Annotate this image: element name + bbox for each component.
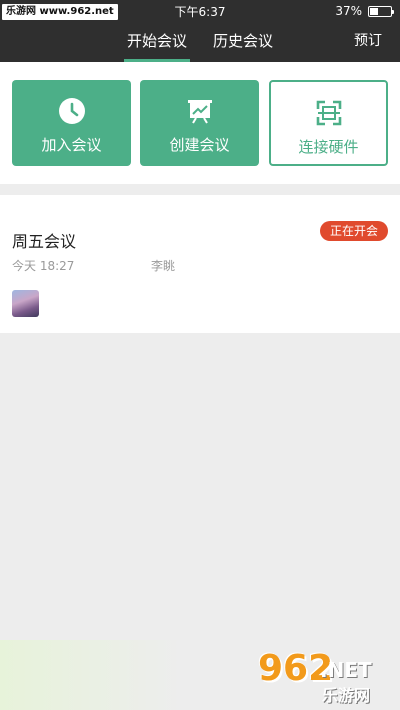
logo-cn: 乐游网 xyxy=(322,686,371,705)
scan-icon xyxy=(316,100,341,126)
connect-hardware-button[interactable]: 连接硬件 xyxy=(269,80,388,166)
meeting-card[interactable]: 周五会议 正在开会 今天 18:27 李眺 xyxy=(0,195,400,333)
meeting-host: 李眺 xyxy=(151,259,176,273)
status-badge: 正在开会 xyxy=(319,221,388,241)
connect-hardware-label: 连接硬件 xyxy=(298,138,359,156)
tab-start-meeting[interactable]: 开始会议 xyxy=(124,22,190,62)
create-meeting-label: 创建会议 xyxy=(169,136,230,154)
battery-percent: 37% xyxy=(335,4,362,18)
join-meeting-button[interactable]: 加入会议 xyxy=(12,80,131,166)
action-panel: 加入会议 创建会议 连接硬件 xyxy=(0,62,400,184)
tab-history-meeting-label: 历史会议 xyxy=(212,32,273,50)
presentation-chart-icon xyxy=(187,100,212,124)
logo-net: .NET xyxy=(320,658,372,682)
meeting-title: 周五会议 xyxy=(12,232,77,251)
site-logo: 962 .NET 乐游网 xyxy=(258,648,394,705)
nav-bar: 开始会议 历史会议 预订 xyxy=(0,22,400,62)
tab-start-meeting-label: 开始会议 xyxy=(126,32,187,50)
create-meeting-button[interactable]: 创建会议 xyxy=(140,80,259,166)
clock-icon xyxy=(58,98,85,124)
status-bar: 乐游网 www.962.net 下午6:37 37% xyxy=(0,0,400,22)
battery-icon xyxy=(368,6,394,17)
book-button[interactable]: 预订 xyxy=(354,22,382,62)
join-meeting-label: 加入会议 xyxy=(41,136,102,154)
tab-history-meeting[interactable]: 历史会议 xyxy=(210,22,276,62)
avatar[interactable] xyxy=(12,290,39,317)
meeting-time: 今天 18:27 xyxy=(12,259,75,273)
